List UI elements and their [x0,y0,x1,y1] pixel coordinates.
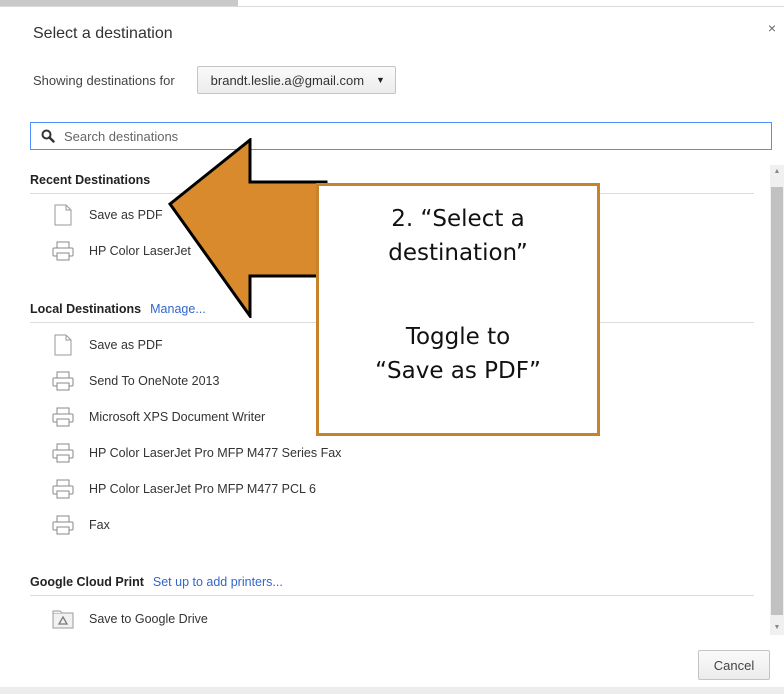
callout-step-text: 2. “Select a destination” [319,202,597,270]
destination-label: Microsoft XPS Document Writer [89,410,266,424]
close-icon[interactable]: × [768,20,776,36]
destination-label: Fax [89,518,110,532]
page: × Select a destination Showing destinati… [0,0,784,694]
printer-icon [52,514,74,536]
printer-icon [52,240,74,262]
printer-icon [52,406,74,428]
destination-label: Send To OneNote 2013 [89,374,220,388]
scroll-thumb[interactable] [771,187,783,615]
destination-item-google-drive[interactable]: Save to Google Drive [30,601,754,637]
scrollbar[interactable]: ▲ ▼ [770,165,784,635]
callout-instruction-text: Toggle to “Save as PDF” [319,320,597,388]
document-icon [52,334,74,356]
destination-label: HP Color LaserJet Pro MFP M477 Series Fa… [89,446,342,460]
printer-icon [52,478,74,500]
callout-line-2: destination” [388,240,528,266]
destination-item-local-hp-pcl6[interactable]: HP Color LaserJet Pro MFP M477 PCL 6 [30,471,754,507]
destination-item-local-fax[interactable]: Fax [30,507,754,543]
destination-item-local-hp-fax[interactable]: HP Color LaserJet Pro MFP M477 Series Fa… [30,435,754,471]
annotation-arrow-icon [168,138,328,318]
printer-icon [52,442,74,464]
background-chrome-bottom [0,686,784,694]
callout-line-1: 2. “Select a [391,206,525,232]
showing-destinations-row: Showing destinations for brandt.leslie.a… [33,65,396,95]
cancel-button[interactable]: Cancel [698,650,770,680]
caret-down-icon: ▼ [376,75,385,85]
search-box[interactable] [30,122,772,150]
account-select[interactable]: brandt.leslie.a@gmail.com ▼ [196,66,396,94]
section-title-cloud: Google Cloud Print [30,575,144,589]
section-header-cloud: Google Cloud Print Set up to add printer… [30,569,754,596]
destination-label: HP Color LaserJet Pro MFP M477 PCL 6 [89,482,316,496]
destination-label: Save as PDF [89,208,163,222]
scroll-up-arrow-icon[interactable]: ▲ [772,167,782,177]
section-title-recent: Recent Destinations [30,173,151,187]
set-up-printers-link[interactable]: Set up to add printers... [153,575,283,589]
callout-line-4: “Save as PDF” [375,358,541,384]
destination-label: Save to Google Drive [89,612,208,626]
section-title-local: Local Destinations [30,302,142,316]
dialog-title: Select a destination [33,25,173,42]
scroll-down-arrow-icon[interactable]: ▼ [772,623,782,633]
google-drive-icon [52,608,74,630]
showing-destinations-label: Showing destinations for [33,72,175,88]
account-email: brandt.leslie.a@gmail.com [210,72,365,88]
callout-line-3: Toggle to [405,324,511,350]
destination-label: Save as PDF [89,338,163,352]
annotation-callout: 2. “Select a destination” Toggle to “Sav… [316,183,600,436]
printer-icon [52,370,74,392]
document-icon [52,204,74,226]
search-icon [38,126,58,146]
